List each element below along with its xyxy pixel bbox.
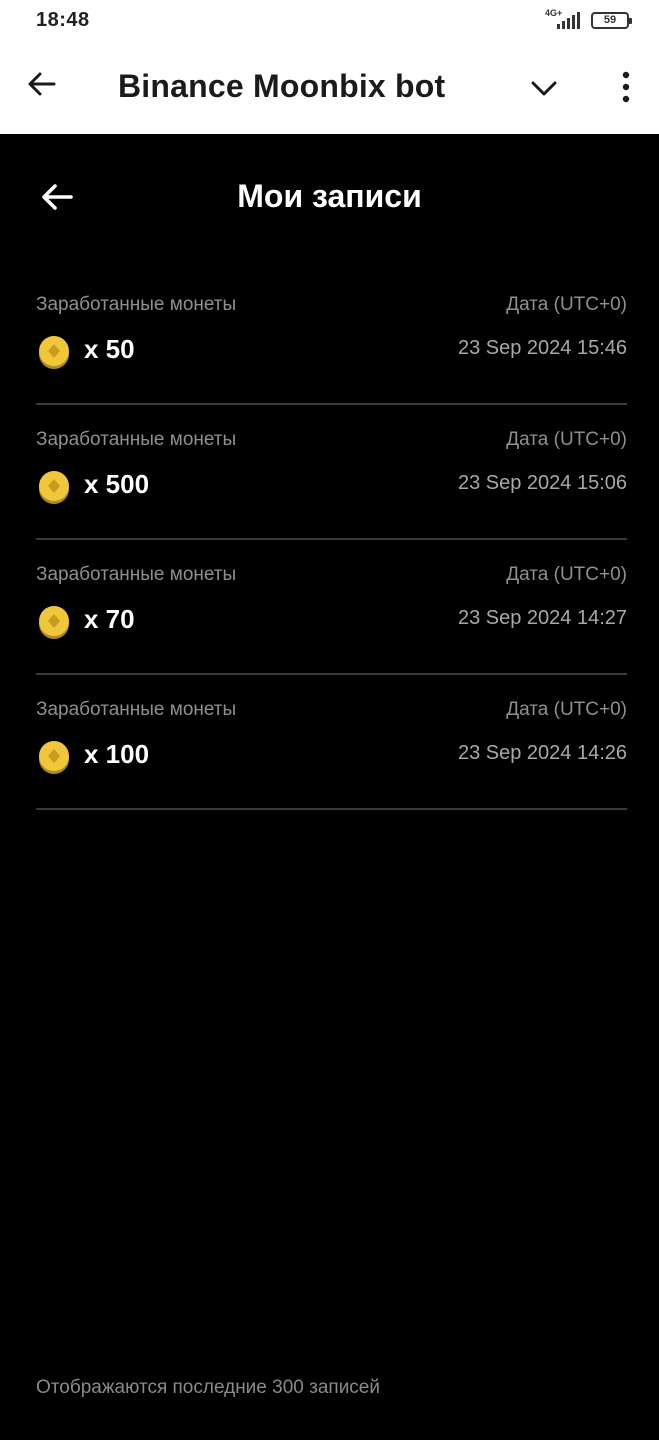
status-icons: 4G+ 59	[545, 8, 632, 32]
record-date: 23 Sep 2024 15:06	[457, 472, 627, 494]
date-label: Дата (UTC+0)	[506, 699, 627, 720]
earned-coins-label: Заработанные монеты	[36, 294, 237, 315]
coin-amount: x 100	[84, 739, 150, 769]
page-title: Мои записи	[237, 178, 422, 214]
coin-icon	[39, 741, 69, 774]
arrow-left-icon[interactable]	[24, 66, 60, 102]
chat-header: Binance Moonbix bot	[0, 40, 659, 134]
record-date: 23 Sep 2024 15:46	[457, 337, 627, 359]
records-limit-note: Отображаются последние 300 записей	[36, 1377, 380, 1398]
earned-coins-label: Заработанные монеты	[36, 429, 237, 450]
coin-icon	[39, 606, 69, 639]
chat-title: Binance Moonbix bot	[118, 68, 446, 104]
list-item: Заработанные монеты Дата (UTC+0) x 500 2…	[36, 405, 627, 540]
battery-icon: 59	[591, 11, 632, 29]
battery-level: 59	[603, 14, 617, 26]
coin-icon	[39, 471, 69, 504]
date-label: Дата (UTC+0)	[506, 294, 627, 315]
chevron-down-icon[interactable]	[526, 70, 562, 106]
status-time: 18:48	[36, 9, 90, 31]
coin-amount: x 50	[84, 334, 135, 364]
coin-icon	[39, 336, 69, 369]
more-vertical-icon[interactable]	[612, 68, 640, 108]
earned-coins-label: Заработанные монеты	[36, 564, 237, 585]
record-date: 23 Sep 2024 14:26	[457, 742, 627, 764]
list-item: Заработанные монеты Дата (UTC+0) x 70 23…	[36, 540, 627, 675]
date-label: Дата (UTC+0)	[506, 564, 627, 585]
earned-coins-label: Заработанные монеты	[36, 699, 237, 720]
signal-icon: 4G+	[545, 9, 585, 31]
date-label: Дата (UTC+0)	[506, 429, 627, 450]
coin-amount: x 70	[84, 604, 135, 634]
list-item: Заработанные монеты Дата (UTC+0) x 100 2…	[36, 675, 627, 810]
status-bar: 18:48 4G+ 59	[0, 0, 659, 40]
records-list: Заработанные монеты Дата (UTC+0) x 50 23…	[36, 270, 627, 810]
coin-amount: x 500	[84, 469, 150, 499]
list-item: Заработанные монеты Дата (UTC+0) x 50 23…	[36, 270, 627, 405]
record-date: 23 Sep 2024 14:27	[457, 607, 627, 629]
